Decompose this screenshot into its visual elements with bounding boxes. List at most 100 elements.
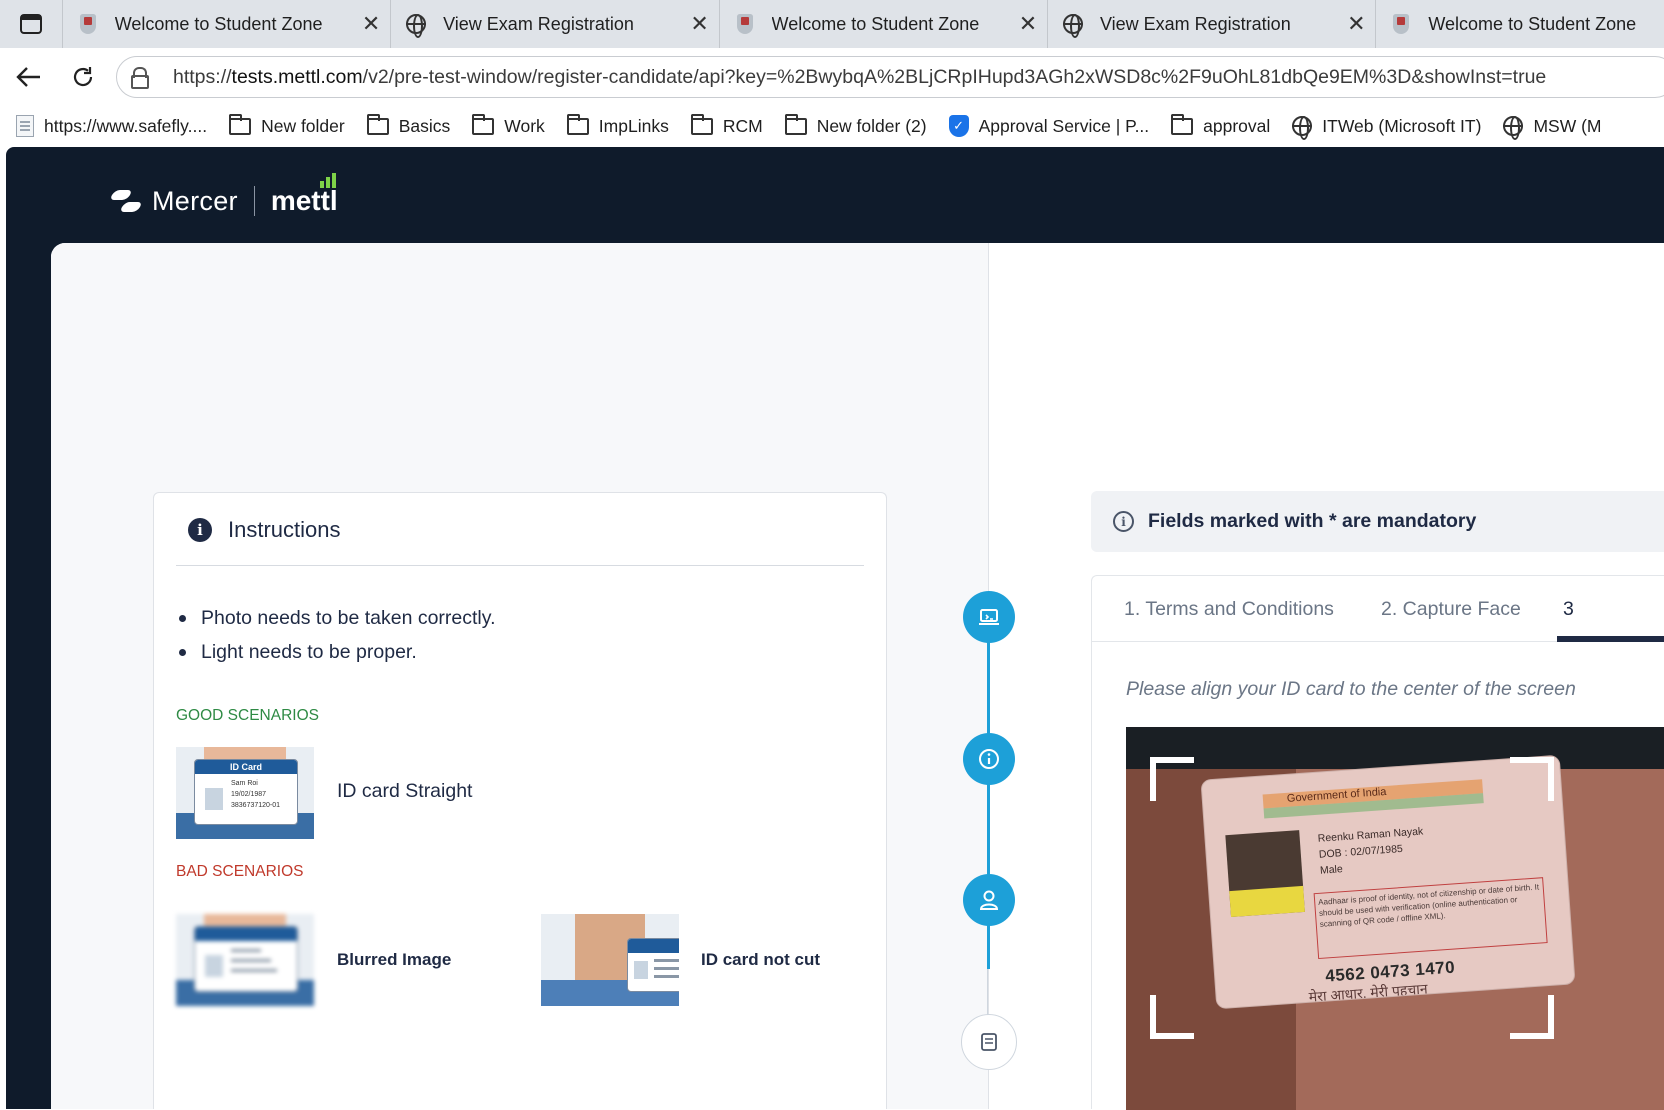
arrow-left-icon [16,66,40,87]
close-tab-icon[interactable]: ✕ [1009,11,1047,37]
url-host: tests.mettl.com [231,65,363,88]
browser-tab[interactable]: Welcome to Student Zone ✕ [718,0,1047,48]
good-id-card-image: ID Card Sam Roi 19/02/1987 3836737120-01 [176,747,314,839]
frame-corner-top-right [1510,757,1554,801]
sample-card-dob: 19/02/1987 [231,791,267,798]
id-card-photo [1225,830,1305,918]
globe-icon [1503,116,1524,140]
browser-tab[interactable]: Welcome to Student Zone [1375,0,1664,48]
back-button[interactable] [2,55,56,99]
tab-capture-id[interactable]: 3 [1563,598,1574,621]
registration-card: 1. Terms and Conditions 2. Capture Face … [1091,575,1664,1110]
url-scheme: https:// [173,65,232,88]
bad-scenario-label: Blurred Image [337,950,452,969]
brand-divider [253,186,255,216]
globe-icon [1292,116,1313,140]
id-card-notice: Aadhaar is proof of identity, not of cit… [1313,877,1548,960]
bookmark-folder[interactable]: ImpLinks [566,113,669,137]
mettl-bars-icon [319,173,336,188]
frame-corner-bottom-left [1150,995,1194,1039]
camera-preview: Government of India Reenku Raman Nayak D… [1126,727,1664,1110]
info-icon: i [188,518,212,542]
brand-logo: Mercer mettl [108,173,338,217]
reload-icon [73,66,93,86]
folder-icon [784,113,807,135]
browser-tab[interactable]: View Exam Registration ✕ [390,0,718,48]
bookmark-folder[interactable]: New folder (2) [784,113,927,137]
bookmark-folder[interactable]: New folder [229,113,345,137]
tab-actions-button[interactable] [0,0,62,48]
bookmark-label: MSW (M [1533,115,1602,136]
reload-button[interactable] [56,55,110,99]
browser-tab-strip: Welcome to Student Zone ✕ View Exam Regi… [0,0,1664,48]
step-system-check[interactable] [963,591,1015,643]
browser-tab[interactable]: View Exam Registration ✕ [1046,0,1375,48]
close-tab-icon[interactable]: ✕ [681,11,719,37]
bookmark-item[interactable]: ✓ Approval Service | P... [948,115,1150,137]
close-tab-icon[interactable]: ✕ [352,11,390,37]
bookmark-label: approval [1203,115,1271,136]
address-toolbar: https://tests.mettl.com/v2/pre-test-wind… [0,48,1664,105]
bookmark-label: Basics [398,115,451,136]
bookmarks-bar: https://www.safefly.... New folder Basic… [0,105,1664,147]
instruction-list: Photo needs to be taken correctly. Light… [176,601,495,669]
frame-corner-top-left [1150,757,1194,801]
mercer-wordmark: Mercer [152,185,238,216]
instructions-title: Instructions [228,517,341,542]
url-path: /v2/pre-test-window/register-candidate/a… [362,65,1547,88]
instructions-divider [176,565,864,566]
bookmark-label: Work [504,115,545,136]
frame-corner-bottom-right [1510,995,1554,1039]
bad-scenario-label: ID card not cut [701,950,821,969]
bookmark-label: ITWeb (Microsoft IT) [1322,115,1482,136]
document-icon [16,115,34,137]
instruction-item: Photo needs to be taken correctly. [176,601,495,635]
sample-card-name: Sam Roi [231,780,258,787]
step-registration[interactable] [961,1014,1017,1070]
bookmark-folder[interactable]: RCM [690,113,763,137]
bookmark-folder[interactable]: Basics [366,113,451,137]
mandatory-notice-text: Fields marked with * are mandatory [1148,510,1477,532]
bookmark-label: Approval Service | P... [978,115,1150,136]
step-identity[interactable] [963,874,1015,926]
user-icon [979,890,999,910]
laptop-icon [979,609,999,625]
folder-icon [690,113,713,135]
folder-icon [366,113,389,135]
tab-capture-face[interactable]: 2. Capture Face [1381,598,1521,621]
blurred-id-card-image [176,914,314,1006]
id-alignment-hint: Please align your ID card to the center … [1126,678,1576,700]
instruction-item: Light needs to be proper. [176,635,495,669]
tab-terms-and-conditions[interactable]: 1. Terms and Conditions [1124,598,1334,621]
mercer-logo-icon [108,189,144,213]
tab-title: Welcome to Student Zone [1428,13,1637,34]
step-instructions[interactable] [963,733,1015,785]
bookmark-item[interactable]: ITWeb (Microsoft IT) [1292,115,1482,140]
instructions-header: i Instructions [188,517,341,543]
bookmark-folder[interactable]: approval [1171,113,1271,137]
mettl-wordmark: mettl [270,173,338,217]
bad-scenarios-heading: BAD SCENARIOS [176,863,304,880]
bookmark-folder[interactable]: Work [472,113,545,137]
sidebar-tabs-icon [19,14,42,34]
mandatory-notice: i Fields marked with * are mandatory [1091,491,1664,552]
bookmark-item[interactable]: MSW (M [1503,115,1602,140]
mettl-text: mettl [270,185,338,216]
bookmark-item[interactable]: https://www.safefly.... [16,115,207,137]
close-tab-icon[interactable]: ✕ [1337,11,1375,37]
bookmark-label: New folder (2) [816,115,927,136]
folder-icon [566,113,589,135]
globe-icon [405,13,427,38]
bookmark-label: New folder [261,115,345,136]
shield-icon [734,13,756,35]
browser-tab[interactable]: Welcome to Student Zone ✕ [61,0,390,48]
shield-icon [1390,13,1412,35]
id-card-details: Reenku Raman Nayak DOB : 02/07/1985 Male [1317,823,1426,878]
globe-icon [1062,13,1084,38]
folder-icon [472,113,495,135]
sample-card-header: ID Card [195,760,297,774]
good-scenario-label: ID card Straight [337,780,473,802]
verified-shield-icon: ✓ [948,115,969,137]
bookmark-label: https://www.safefly.... [44,115,208,136]
url-field[interactable]: https://tests.mettl.com/v2/pre-test-wind… [116,56,1664,98]
